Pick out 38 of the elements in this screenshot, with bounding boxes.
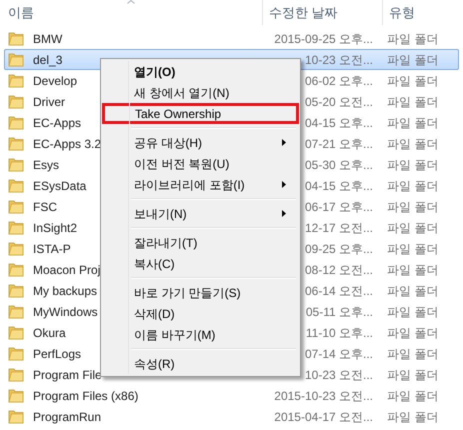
file-type: 파일 폴더	[387, 304, 438, 318]
file-type: 파일 폴더	[387, 178, 438, 192]
modified-date: 04-15 오후...	[304, 178, 373, 194]
file-type: 파일 폴더	[387, 346, 438, 360]
file-type: 파일 폴더	[387, 158, 438, 172]
file-type: 파일 폴더	[387, 200, 438, 214]
modified-date: 05-30 오후...	[304, 156, 373, 174]
file-type: 파일 폴더	[387, 242, 438, 256]
file-type: 파일 폴더	[387, 326, 438, 340]
file-type: 파일 폴더	[387, 94, 438, 108]
file-type: 파일 폴더	[387, 32, 438, 46]
modified-date: 08-12 오전...	[304, 262, 373, 278]
modified-date: 04-15 오후...	[304, 114, 373, 132]
file-type: 파일 폴더	[387, 116, 438, 130]
modified-date: 11-10 오후...	[306, 324, 373, 342]
modified-date: 09-25 오후...	[304, 240, 373, 258]
file-type: 파일 폴더	[387, 284, 438, 298]
modified-date: 10-23 오전...	[304, 52, 373, 68]
modified-date: 05-11 오후...	[306, 304, 373, 320]
modified-date: 05-20 오전...	[304, 94, 373, 110]
modified-date: 10-23 오전...	[304, 366, 373, 384]
modified-date: 06-02 오후...	[304, 72, 373, 90]
file-type: 파일 폴더	[387, 52, 438, 66]
modified-date: 07-14 오후...	[304, 346, 373, 362]
modified-date: 2015-04-17 오전...	[274, 408, 373, 426]
modified-date: 12-17 오전...	[304, 220, 373, 236]
modified-date: 06-17 오후...	[304, 198, 373, 216]
file-type: 파일 폴더	[387, 368, 438, 382]
modified-date: 2015-10-23 오전...	[274, 388, 373, 404]
file-type: 파일 폴더	[387, 136, 438, 150]
file-type: 파일 폴더	[387, 74, 438, 88]
file-type: 파일 폴더	[387, 262, 438, 276]
file-type: 파일 폴더	[387, 388, 438, 402]
file-type: 파일 폴더	[387, 220, 438, 234]
modified-date: 2015-09-25 오후...	[274, 30, 373, 48]
modified-date: 07-21 오후...	[304, 136, 373, 152]
file-type: 파일 폴더	[387, 410, 438, 424]
modified-date: 06-14 오전...	[304, 282, 373, 300]
